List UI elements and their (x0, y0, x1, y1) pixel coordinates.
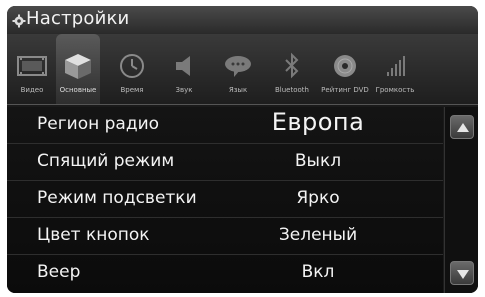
page-title: Настройки (26, 8, 130, 29)
tab-video[interactable]: Видео (10, 38, 54, 102)
tab-time[interactable]: Время (110, 38, 154, 102)
setting-fan[interactable]: Веер Вкл (7, 255, 443, 291)
tab-label: Звук (175, 86, 193, 94)
video-icon (17, 56, 47, 76)
setting-backlight-mode[interactable]: Режим подсветки Ярко (7, 181, 443, 218)
tab-language[interactable]: Язык (216, 38, 260, 102)
setting-label: Регион радио (37, 114, 160, 134)
setting-button-color[interactable]: Цвет кнопок Зеленый (7, 218, 443, 255)
tab-bluetooth[interactable]: Bluetooth (270, 38, 314, 102)
setting-value[interactable]: Вкл (243, 262, 393, 282)
bluetooth-icon (285, 52, 299, 79)
tab-label: Основные (59, 86, 97, 94)
tab-label: Видео (20, 86, 44, 94)
tab-strip: Видео Основные Время Звук Язык Bluetooth… (7, 34, 478, 105)
setting-label: Цвет кнопок (37, 225, 150, 245)
tab-label: Время (120, 86, 144, 94)
tab-volume[interactable]: Громкость (373, 38, 417, 102)
arrow-up-icon (457, 123, 469, 132)
volume-bars-icon (387, 56, 405, 76)
arrow-down-icon (457, 270, 469, 279)
tab-label: Bluetooth (275, 86, 309, 94)
tab-dvd-rating[interactable]: Рейтинг DVD (321, 38, 369, 102)
speaker-icon (176, 56, 190, 76)
setting-value[interactable]: Выкл (243, 151, 393, 171)
clock-icon (120, 54, 144, 78)
scroll-up-button[interactable] (450, 115, 474, 139)
settings-screen: Настройки Видео Основные Время Звук Язык… (7, 6, 478, 293)
scroll-down-button[interactable] (450, 261, 474, 285)
setting-value[interactable]: Ярко (243, 188, 393, 208)
setting-label: Режим подсветки (37, 188, 197, 208)
tab-label: Громкость (375, 86, 415, 94)
setting-label: Веер (37, 262, 81, 282)
tab-label: Рейтинг DVD (321, 86, 369, 94)
tab-label: Язык (228, 86, 248, 94)
tab-sound[interactable]: Звук (162, 38, 206, 102)
cube-icon (65, 54, 91, 79)
setting-value[interactable]: Зеленый (243, 225, 393, 245)
settings-list: Регион радио Европа Спящий режим Выкл Ре… (7, 107, 443, 293)
setting-radio-region[interactable]: Регион радио Европа (7, 107, 443, 144)
disc-icon (334, 55, 356, 77)
scrollbar[interactable] (444, 107, 478, 293)
setting-sleep-mode[interactable]: Спящий режим Выкл (7, 144, 443, 181)
setting-label: Спящий режим (37, 151, 175, 171)
tab-general[interactable]: Основные (56, 34, 100, 104)
speech-bubble-icon (225, 56, 251, 77)
gear-icon (12, 14, 26, 28)
setting-value[interactable]: Европа (243, 108, 393, 136)
title-bar: Настройки (7, 6, 478, 34)
